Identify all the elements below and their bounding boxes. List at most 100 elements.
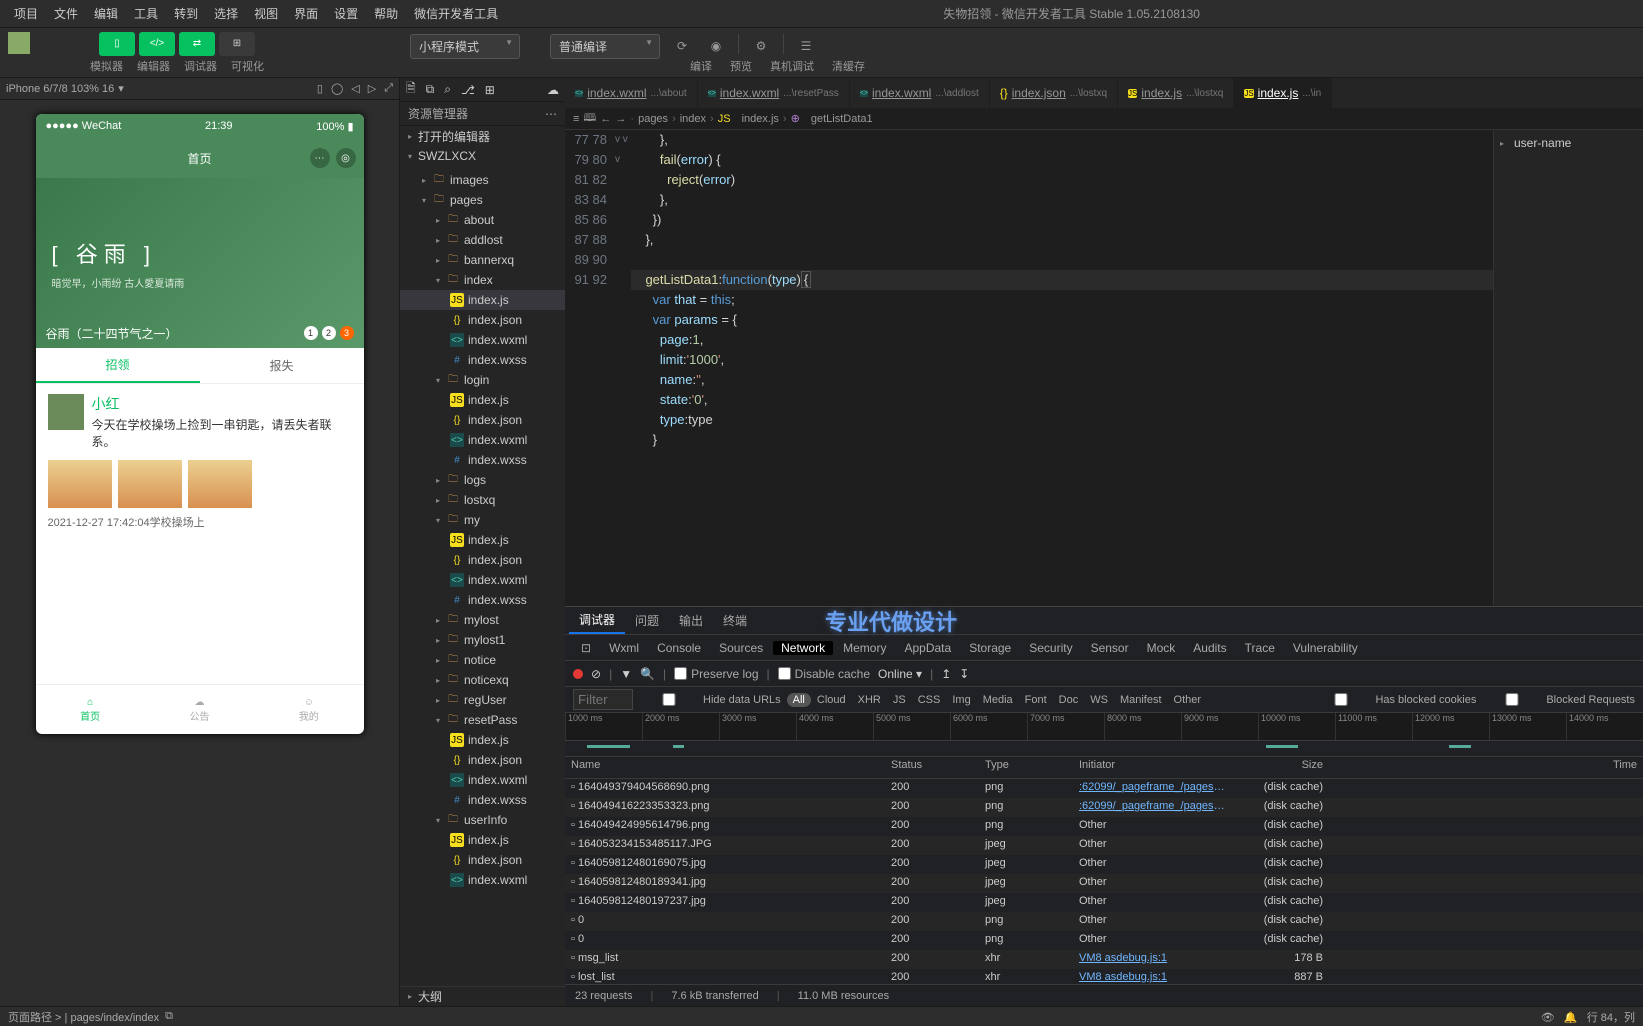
sim-icon[interactable]: ◁ (351, 82, 359, 95)
clear-icon[interactable]: ⊘ (591, 667, 601, 681)
explorer-icon[interactable]: ⌕ (444, 82, 451, 97)
tree-folder-notice[interactable]: ▸🗀notice (400, 650, 565, 670)
tree-folder-index[interactable]: ▾🗀index (400, 270, 565, 290)
filter-media[interactable]: Media (977, 693, 1019, 707)
explorer-icon[interactable]: ☁ (547, 83, 559, 97)
panel-memory[interactable]: Memory (835, 641, 894, 655)
panel-wxml[interactable]: Wxml (601, 641, 647, 655)
tree-folder-noticexq[interactable]: ▸🗀noticexq (400, 670, 565, 690)
timeline-tick[interactable]: 4000 ms (796, 713, 873, 740)
tab-found[interactable]: 招领 (36, 348, 200, 383)
tree-folder-images[interactable]: ▸🗀images (400, 170, 565, 190)
tree-folder-mylost1[interactable]: ▸🗀mylost1 (400, 630, 565, 650)
menu-item[interactable]: 微信开发者工具 (406, 5, 506, 22)
menu-item[interactable]: 编辑 (86, 5, 126, 22)
tree-js-index.js[interactable]: JSindex.js (400, 290, 565, 310)
editor-tab[interactable]: {}index.json...\lostxq (990, 78, 1118, 108)
banner[interactable]: [ 谷雨 ] 暗觉早，小雨纷 古人愛夏请雨 谷雨（二十四节气之一） 1 2 3 (36, 178, 364, 348)
upload-icon[interactable]: ↥ (941, 667, 951, 681)
col-time[interactable]: Time (1329, 757, 1643, 778)
dot-active[interactable]: 3 (340, 326, 354, 340)
filter-css[interactable]: CSS (912, 693, 947, 707)
tree-wxss-index.wxss[interactable]: #index.wxss (400, 590, 565, 610)
editor-tab[interactable]: <>index.wxml...\resetPass (698, 78, 850, 108)
visual-toggle[interactable]: ⊞ (219, 32, 255, 56)
filter-manifest[interactable]: Manifest (1114, 693, 1168, 707)
tree-json-index.json[interactable]: {}index.json (400, 850, 565, 870)
menu-item[interactable]: 转到 (166, 5, 206, 22)
bc-seg[interactable]: pages (638, 113, 668, 125)
mode-select[interactable]: 小程序模式 (410, 34, 520, 59)
bc-icon[interactable]: → (615, 113, 626, 125)
menu-item[interactable]: 选择 (206, 5, 246, 22)
panel-mock[interactable]: Mock (1139, 641, 1184, 655)
timeline-tick[interactable]: 1000 ms (565, 713, 642, 740)
tabbar-home[interactable]: ⌂首页 (36, 685, 145, 734)
network-row[interactable]: ▫ 0200pngOther(disk cache) (565, 931, 1643, 950)
thumb[interactable] (188, 460, 252, 508)
dot[interactable]: 1 (304, 326, 318, 340)
tree-folder-login[interactable]: ▾🗀login (400, 370, 565, 390)
eye-icon[interactable]: 👁 (1541, 1012, 1555, 1024)
col-size[interactable]: Size (1233, 757, 1329, 778)
compile-select[interactable]: 普通编译 (550, 34, 660, 59)
col-status[interactable]: Status (885, 757, 979, 778)
filter-doc[interactable]: Doc (1053, 693, 1085, 707)
panel-vulnerability[interactable]: Vulnerability (1285, 641, 1366, 655)
sim-icon[interactable]: ◯ (331, 82, 343, 95)
network-row[interactable]: ▫ msg_list200xhrVM8 asdebug.js:1178 B (565, 950, 1643, 969)
section-project[interactable]: ▾SWZLXCX (400, 146, 565, 166)
tree-js-index.js[interactable]: JSindex.js (400, 390, 565, 410)
remote-debug-icon[interactable]: ⚙ (749, 34, 773, 58)
dt-tab-problems[interactable]: 问题 (625, 607, 669, 634)
panel-security[interactable]: Security (1021, 641, 1080, 655)
tree-folder-lostxq[interactable]: ▸🗀lostxq (400, 490, 565, 510)
tree-js-index.js[interactable]: JSindex.js (400, 730, 565, 750)
timeline-tick[interactable]: 3000 ms (719, 713, 796, 740)
thumb[interactable] (118, 460, 182, 508)
timeline-tick[interactable]: 2000 ms (642, 713, 719, 740)
tree-js-index.js[interactable]: JSindex.js (400, 530, 565, 550)
panel-trace[interactable]: Trace (1237, 641, 1283, 655)
col-initiator[interactable]: Initiator (1073, 757, 1233, 778)
explorer-icon[interactable]: 🗎 (406, 79, 416, 100)
tree-json-index.json[interactable]: {}index.json (400, 410, 565, 430)
disable-cache-check[interactable]: Disable cache (778, 667, 870, 681)
panel-appdata[interactable]: AppData (896, 641, 959, 655)
capsule-close[interactable]: ◎ (336, 148, 356, 168)
filter-img[interactable]: Img (946, 693, 976, 707)
tree-wxss-index.wxss[interactable]: #index.wxss (400, 450, 565, 470)
network-row[interactable]: ▫ 164049424995614796.png200pngOther(disk… (565, 817, 1643, 836)
thumb[interactable] (48, 460, 112, 508)
phone-simulator[interactable]: ●●●●● WeChat 21:39 100% ▮ 首页 ⋯ ◎ [ 谷雨 ] … (36, 114, 364, 734)
timeline-tick[interactable]: 11000 ms (1335, 713, 1412, 740)
timeline-tick[interactable]: 13000 ms (1489, 713, 1566, 740)
sim-icon[interactable]: ⤢ (384, 82, 393, 95)
network-row[interactable]: ▫ 0200pngOther(disk cache) (565, 912, 1643, 931)
outline-item[interactable]: user-name (1514, 136, 1571, 150)
code-editor[interactable]: 77 78 79 80 81 82 83 84 85 86 87 88 89 9… (565, 130, 1493, 606)
search-icon[interactable]: 🔍 (640, 667, 655, 681)
online-select[interactable]: Online ▾ (878, 667, 922, 681)
tabbar-me[interactable]: ☺我的 (254, 685, 363, 734)
simulator-toggle[interactable]: ▯ (99, 32, 135, 56)
chevron-icon[interactable]: ▸ (1500, 139, 1510, 148)
tree-folder-regUser[interactable]: ▸🗀regUser (400, 690, 565, 710)
explorer-icon[interactable]: ⎇ (461, 83, 475, 97)
tree-folder-bannerxq[interactable]: ▸🗀bannerxq (400, 250, 565, 270)
panel-sensor[interactable]: Sensor (1083, 641, 1137, 655)
filter-font[interactable]: Font (1019, 693, 1053, 707)
debugger-toggle[interactable]: ⇄ (179, 32, 215, 56)
menu-item[interactable]: 项目 (6, 5, 46, 22)
network-row[interactable]: ▫ 164053234153485117.JPG200jpegOther(dis… (565, 836, 1643, 855)
bc-seg[interactable]: index.js (742, 113, 779, 125)
preview-icon[interactable]: ◉ (704, 34, 728, 58)
filter-xhr[interactable]: XHR (852, 693, 887, 707)
tree-json-index.json[interactable]: {}index.json (400, 750, 565, 770)
page-path[interactable]: 页面路径 > | pages/index/index (8, 1009, 159, 1025)
filter-input[interactable] (573, 689, 633, 710)
blocked-requests[interactable]: Blocked Requests (1482, 693, 1635, 706)
tree-folder-mylost[interactable]: ▸🗀mylost (400, 610, 565, 630)
filter-ws[interactable]: WS (1084, 693, 1114, 707)
sim-icon[interactable]: ▯ (317, 82, 323, 95)
